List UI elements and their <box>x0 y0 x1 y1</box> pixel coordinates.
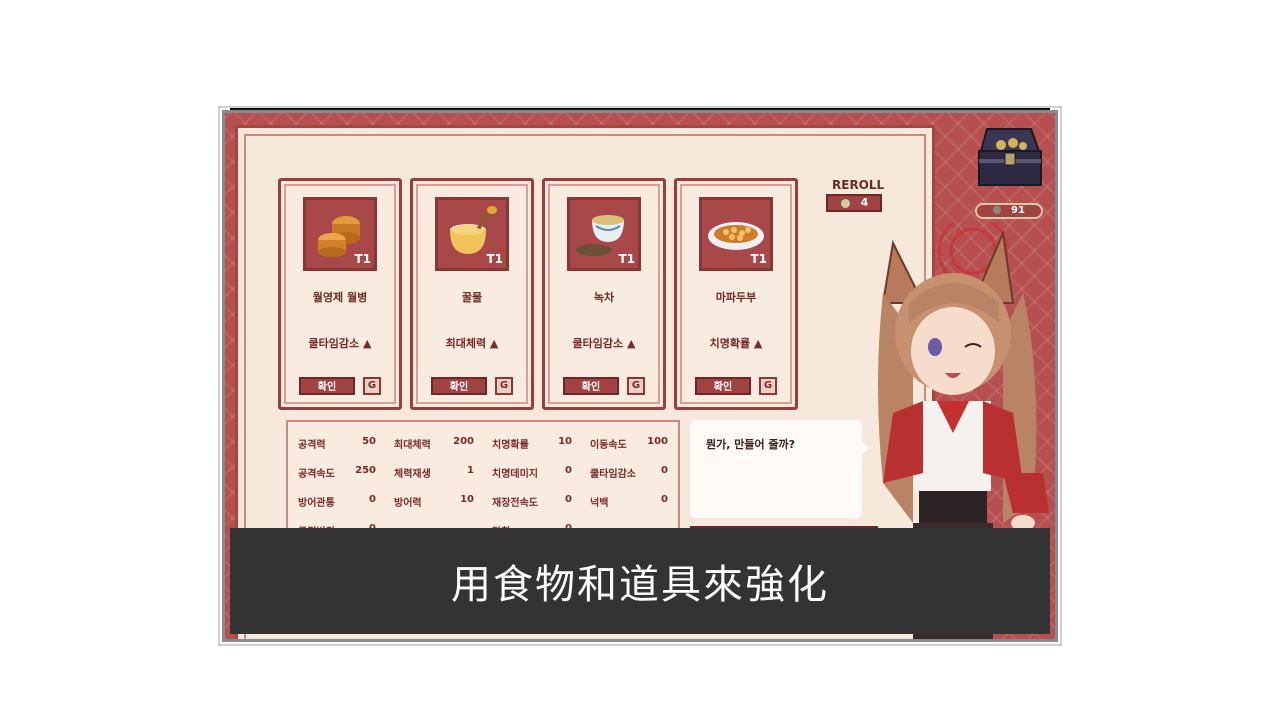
stat-label: 체력재생 <box>394 469 431 480</box>
stat-label: 재장전속도 <box>492 498 538 509</box>
tier-badge: T1 <box>750 252 767 266</box>
item-name: 월영제 월병 <box>312 291 368 304</box>
stat-label: 넉백 <box>590 498 609 509</box>
reroll-label: REROLL <box>832 178 885 192</box>
item-card[interactable]: T1 월영제 월병 쿨타임감소 ▲ 확인 G <box>278 178 402 410</box>
caption-text: 用食物和道具來強化 <box>451 562 829 608</box>
stat-value: 0 <box>369 494 376 505</box>
stat-label: 최대체력 <box>394 440 431 451</box>
coin-icon <box>839 197 851 209</box>
coin-count-value: 91 <box>1011 205 1025 216</box>
stat-label: 공격속도 <box>298 469 335 480</box>
tier-badge: T1 <box>486 252 503 266</box>
gold-button[interactable]: G <box>495 377 513 395</box>
mapo-tofu-icon: T1 <box>699 197 773 271</box>
stat-value: 200 <box>453 436 474 447</box>
green-tea-icon: T1 <box>567 197 641 271</box>
item-stat: 쿨타임감소 ▲ <box>308 337 372 350</box>
coin-counter: 91 <box>975 203 1043 219</box>
stat-value: 0 <box>661 494 668 505</box>
confirm-button[interactable]: 확인 <box>299 377 355 395</box>
stat-value: 10 <box>558 436 572 447</box>
speech-bubble: 뭔가, 만들어 줄까? <box>690 420 870 518</box>
item-name: 녹차 <box>593 291 615 304</box>
item-stat: 쿨타임감소 ▲ <box>572 337 636 350</box>
item-name: 마파두부 <box>715 291 757 304</box>
item-card[interactable]: T1 녹차 쿨타임감소 ▲ 확인 G <box>542 178 666 410</box>
tier-badge: T1 <box>618 252 635 266</box>
tier-badge: T1 <box>354 252 371 266</box>
item-stat: 치명확률 ▲ <box>709 337 763 350</box>
reroll-count: 4 <box>860 196 869 209</box>
reroll-button[interactable]: 4 <box>826 194 882 212</box>
coin-icon <box>993 206 1002 214</box>
stat-label: 방어관통 <box>298 498 335 509</box>
caption-bar: 用食物和道具來強化 <box>230 528 1050 634</box>
stat-value: 50 <box>362 436 376 447</box>
item-name: 꿀물 <box>461 291 483 304</box>
treasure-chest-icon <box>978 128 1042 186</box>
gold-button[interactable]: G <box>759 377 777 395</box>
stat-label: 쿨타임감소 <box>590 469 636 480</box>
dialog-text: 뭔가, 만들어 줄까? <box>706 438 796 451</box>
confirm-button[interactable]: 확인 <box>563 377 619 395</box>
item-card[interactable]: T1 꿀물 최대체력 ▲ 확인 G <box>410 178 534 410</box>
mooncake-icon: T1 <box>303 197 377 271</box>
stat-label: 치명확률 <box>492 440 529 451</box>
stat-label: 방어력 <box>394 498 422 509</box>
gold-button[interactable]: G <box>363 377 381 395</box>
stat-label: 공격력 <box>298 440 326 451</box>
stat-value: 0 <box>565 494 572 505</box>
stat-value: 100 <box>647 436 668 447</box>
stat-label: 이동속도 <box>590 440 627 451</box>
honey-water-icon: T1 <box>435 197 509 271</box>
item-stat: 최대체력 ▲ <box>445 337 499 350</box>
stat-value: 10 <box>460 494 474 505</box>
confirm-button[interactable]: 확인 <box>695 377 751 395</box>
stat-label: 치명데미지 <box>492 469 538 480</box>
stat-value: 1 <box>467 465 474 476</box>
item-card[interactable]: T1 마파두부 치명확률 ▲ 확인 G <box>674 178 798 410</box>
stat-value: 0 <box>565 465 572 476</box>
stat-value: 250 <box>355 465 376 476</box>
confirm-button[interactable]: 확인 <box>431 377 487 395</box>
gold-button[interactable]: G <box>627 377 645 395</box>
stat-value: 0 <box>661 465 668 476</box>
